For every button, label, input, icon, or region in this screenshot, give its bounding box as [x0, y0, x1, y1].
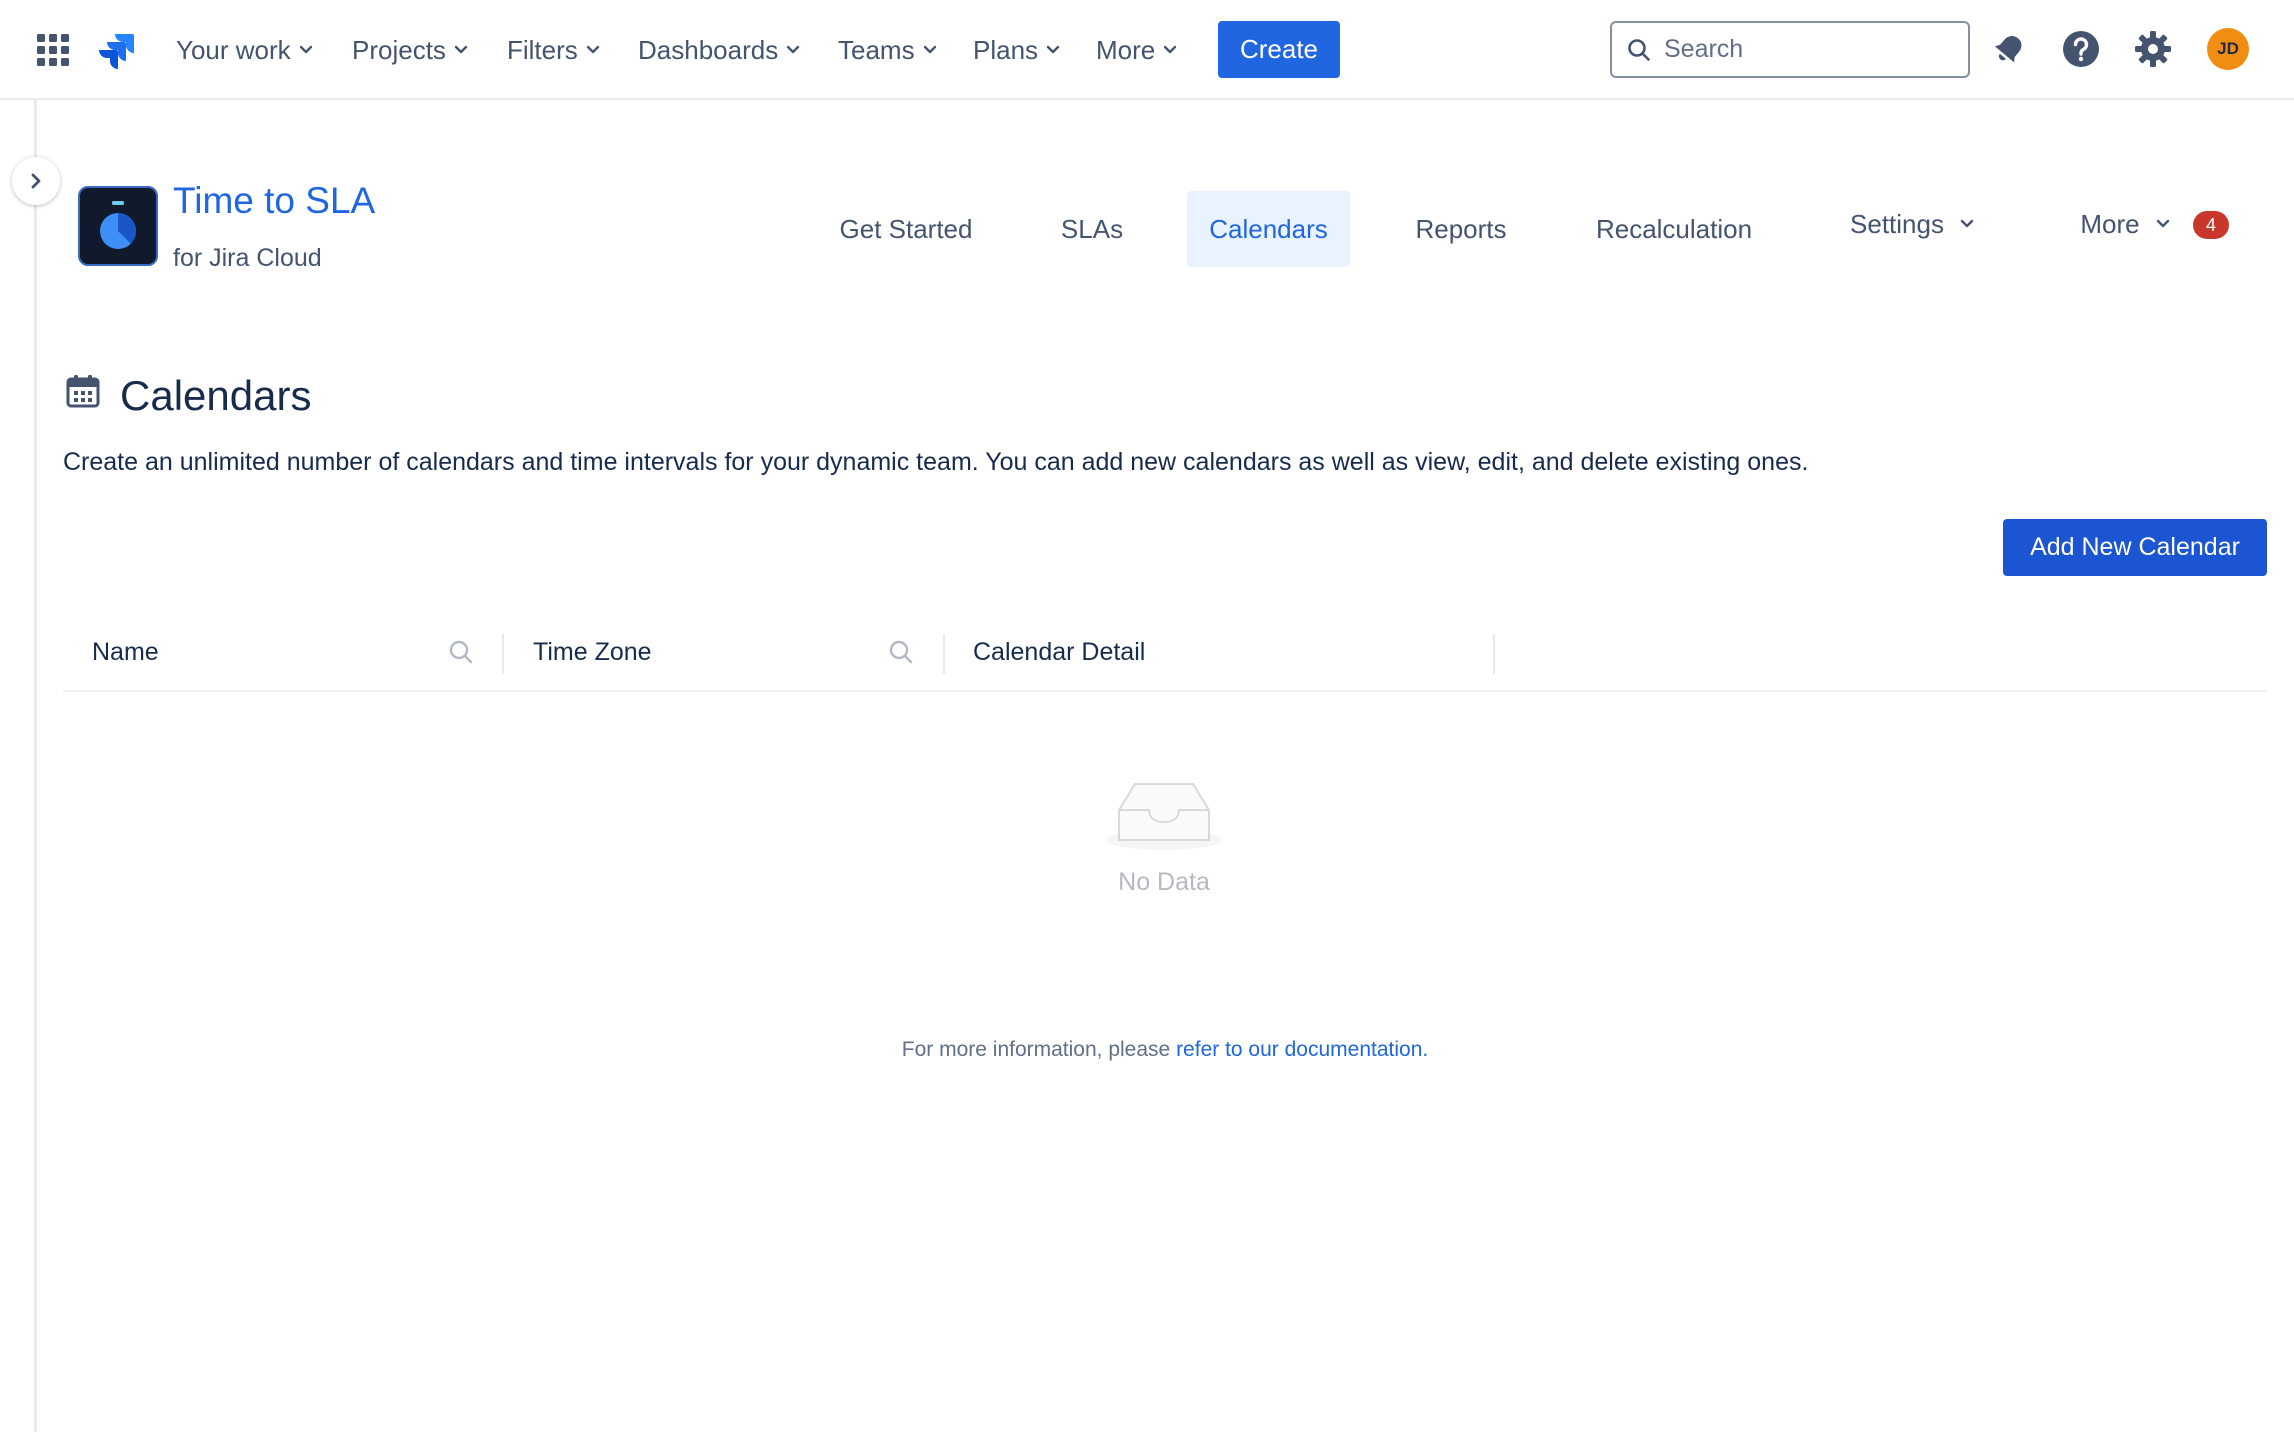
column-header-time-zone[interactable]: Time Zone — [533, 612, 652, 692]
avatar[interactable]: JD — [2207, 28, 2249, 70]
help-icon[interactable] — [2060, 28, 2102, 70]
tab-label: More — [2080, 208, 2140, 239]
nav-label: Teams — [838, 34, 915, 65]
nav-label: Plans — [973, 34, 1039, 65]
stopwatch-icon — [100, 201, 136, 249]
search-icon[interactable] — [447, 638, 475, 666]
nav-your-work[interactable]: Your work — [176, 30, 313, 70]
sidebar-rail — [0, 100, 37, 1432]
chevron-down-icon — [2156, 219, 2169, 228]
empty-inbox-icon — [1107, 783, 1221, 850]
app-subtitle: for Jira Cloud — [173, 244, 322, 272]
page-description: Create an unlimited number of calendars … — [63, 448, 1809, 476]
nav-plans[interactable]: Plans — [973, 30, 1060, 70]
footer-note: For more information, please refer to ou… — [0, 1038, 2294, 1062]
nav-label: Projects — [352, 34, 446, 65]
search-box[interactable] — [1610, 21, 1970, 78]
nav-label: Filters — [507, 34, 578, 65]
tab-get-started[interactable]: Get Started — [818, 191, 994, 267]
tab-slas[interactable]: SLAs — [1040, 191, 1144, 267]
jira-logo-icon[interactable] — [96, 30, 136, 70]
chevron-down-icon — [923, 45, 936, 54]
column-divider — [1493, 634, 1495, 674]
chevron-down-icon — [586, 45, 599, 54]
app-logo — [78, 186, 158, 266]
nav-projects[interactable]: Projects — [352, 30, 468, 70]
column-header-calendar-detail: Calendar Detail — [973, 637, 1146, 666]
notifications-icon[interactable] — [1988, 28, 2030, 70]
nav-label: Dashboards — [638, 34, 779, 65]
chevron-right-icon — [31, 173, 41, 189]
more-count-badge: 4 — [2193, 211, 2229, 239]
sidebar-expand-button[interactable] — [12, 157, 60, 205]
create-button[interactable]: Create — [1218, 21, 1340, 78]
chevron-down-icon — [787, 45, 800, 54]
calendar-icon — [66, 375, 100, 408]
tab-label: Reports — [1415, 213, 1507, 244]
column-header-name[interactable]: Name — [92, 612, 159, 692]
chevron-down-icon — [1164, 45, 1177, 54]
nav-label: More — [1096, 34, 1156, 65]
chevron-down-icon — [1960, 219, 1974, 228]
settings-icon[interactable] — [2132, 28, 2174, 70]
tab-calendars[interactable]: Calendars — [1187, 191, 1350, 267]
calendars-table-header: Name Time Zone Calendar Detail — [63, 612, 2267, 692]
top-navigation: Your work Projects Filters Dashboards Te… — [0, 0, 2294, 100]
chevron-down-icon — [299, 45, 312, 54]
tab-label: Get Started — [839, 213, 973, 244]
search-icon — [1628, 38, 1650, 61]
app-title[interactable]: Time to SLA — [173, 180, 375, 222]
tab-label: SLAs — [1060, 213, 1124, 244]
column-divider — [943, 634, 945, 674]
footer-prefix: For more information, please — [901, 1038, 1177, 1061]
nav-dashboards[interactable]: Dashboards — [638, 30, 800, 70]
nav-filters[interactable]: Filters — [507, 30, 600, 70]
chevron-down-icon — [454, 45, 468, 54]
nav-more[interactable]: More — [1096, 30, 1177, 70]
tab-label: Recalculation — [1595, 213, 1753, 244]
chevron-down-icon — [1046, 45, 1060, 54]
column-divider — [502, 634, 504, 674]
nav-label: Your work — [176, 34, 291, 65]
tab-recalculation[interactable]: Recalculation — [1577, 191, 1771, 267]
empty-state-text: No Data — [1118, 868, 1210, 896]
search-icon[interactable] — [887, 638, 915, 666]
app-switcher-icon[interactable] — [36, 33, 70, 67]
page-title: Calendars — [120, 372, 312, 419]
documentation-link[interactable]: refer to our documentation. — [1176, 1038, 1428, 1061]
tab-reports[interactable]: Reports — [1398, 191, 1524, 267]
tab-more[interactable]: More — [2064, 186, 2186, 262]
search-input[interactable] — [1664, 35, 1954, 64]
add-new-calendar-button[interactable]: Add New Calendar — [2003, 519, 2267, 576]
tab-settings[interactable]: Settings — [1830, 186, 1994, 262]
tab-label: Settings — [1850, 208, 1944, 239]
nav-teams[interactable]: Teams — [838, 30, 937, 70]
tab-label: Calendars — [1209, 213, 1328, 244]
